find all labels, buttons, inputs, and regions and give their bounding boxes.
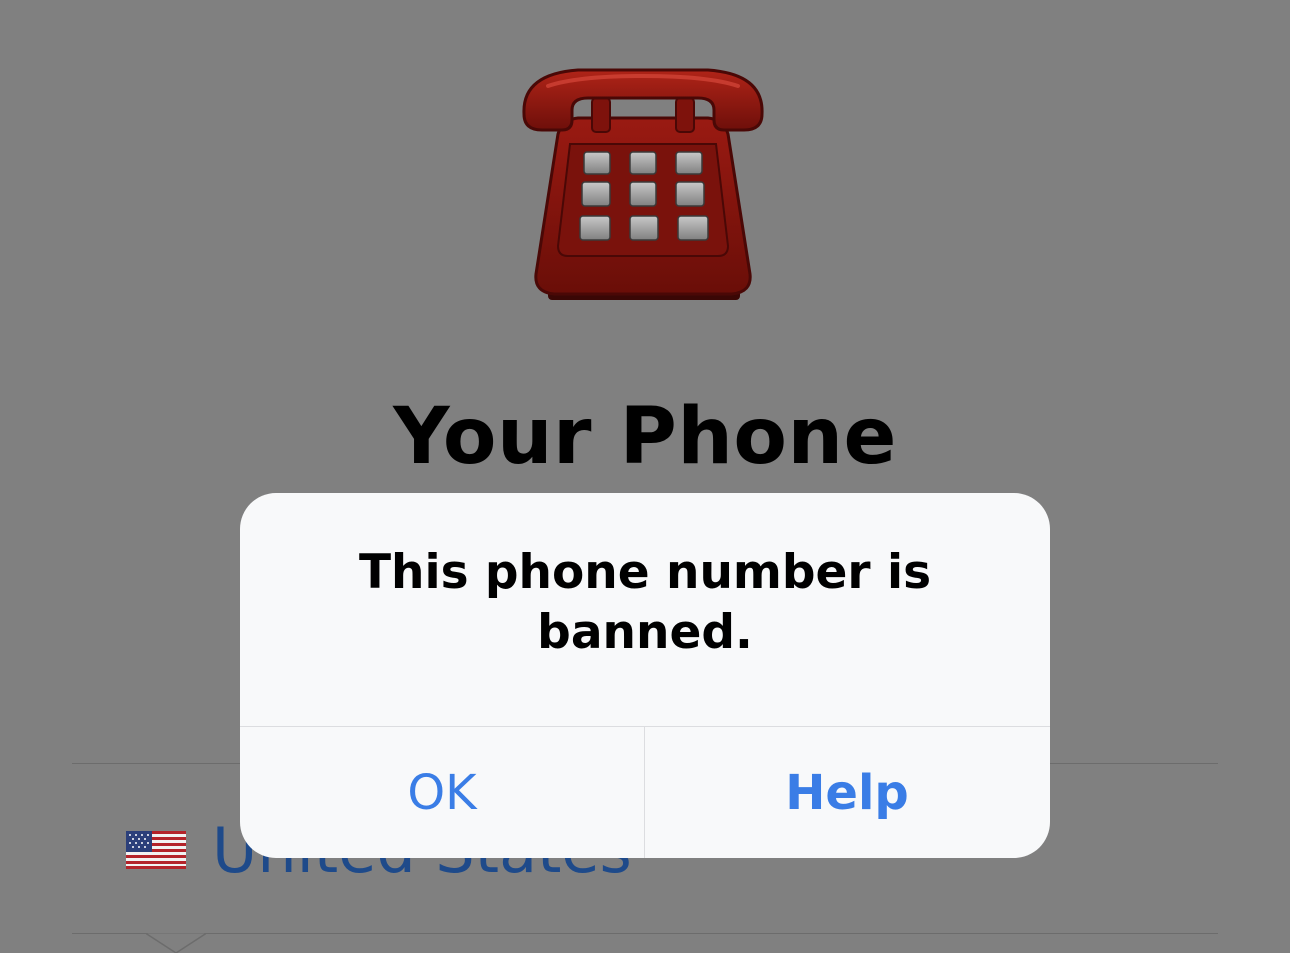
red-telephone-icon xyxy=(522,68,764,300)
dropdown-notch-icon xyxy=(146,933,206,953)
alert-message: This phone number is banned. xyxy=(358,545,932,660)
divider-bottom xyxy=(72,933,1218,934)
page-title: Your Phone xyxy=(393,392,897,482)
ok-button[interactable]: OK xyxy=(240,727,644,858)
banned-number-alert: This phone number is banned. OK Help xyxy=(240,493,1050,858)
phone-entry-screen: Your Phone United States xyxy=(0,0,1290,953)
us-flag-icon xyxy=(126,831,186,869)
help-button[interactable]: Help xyxy=(645,727,1049,858)
